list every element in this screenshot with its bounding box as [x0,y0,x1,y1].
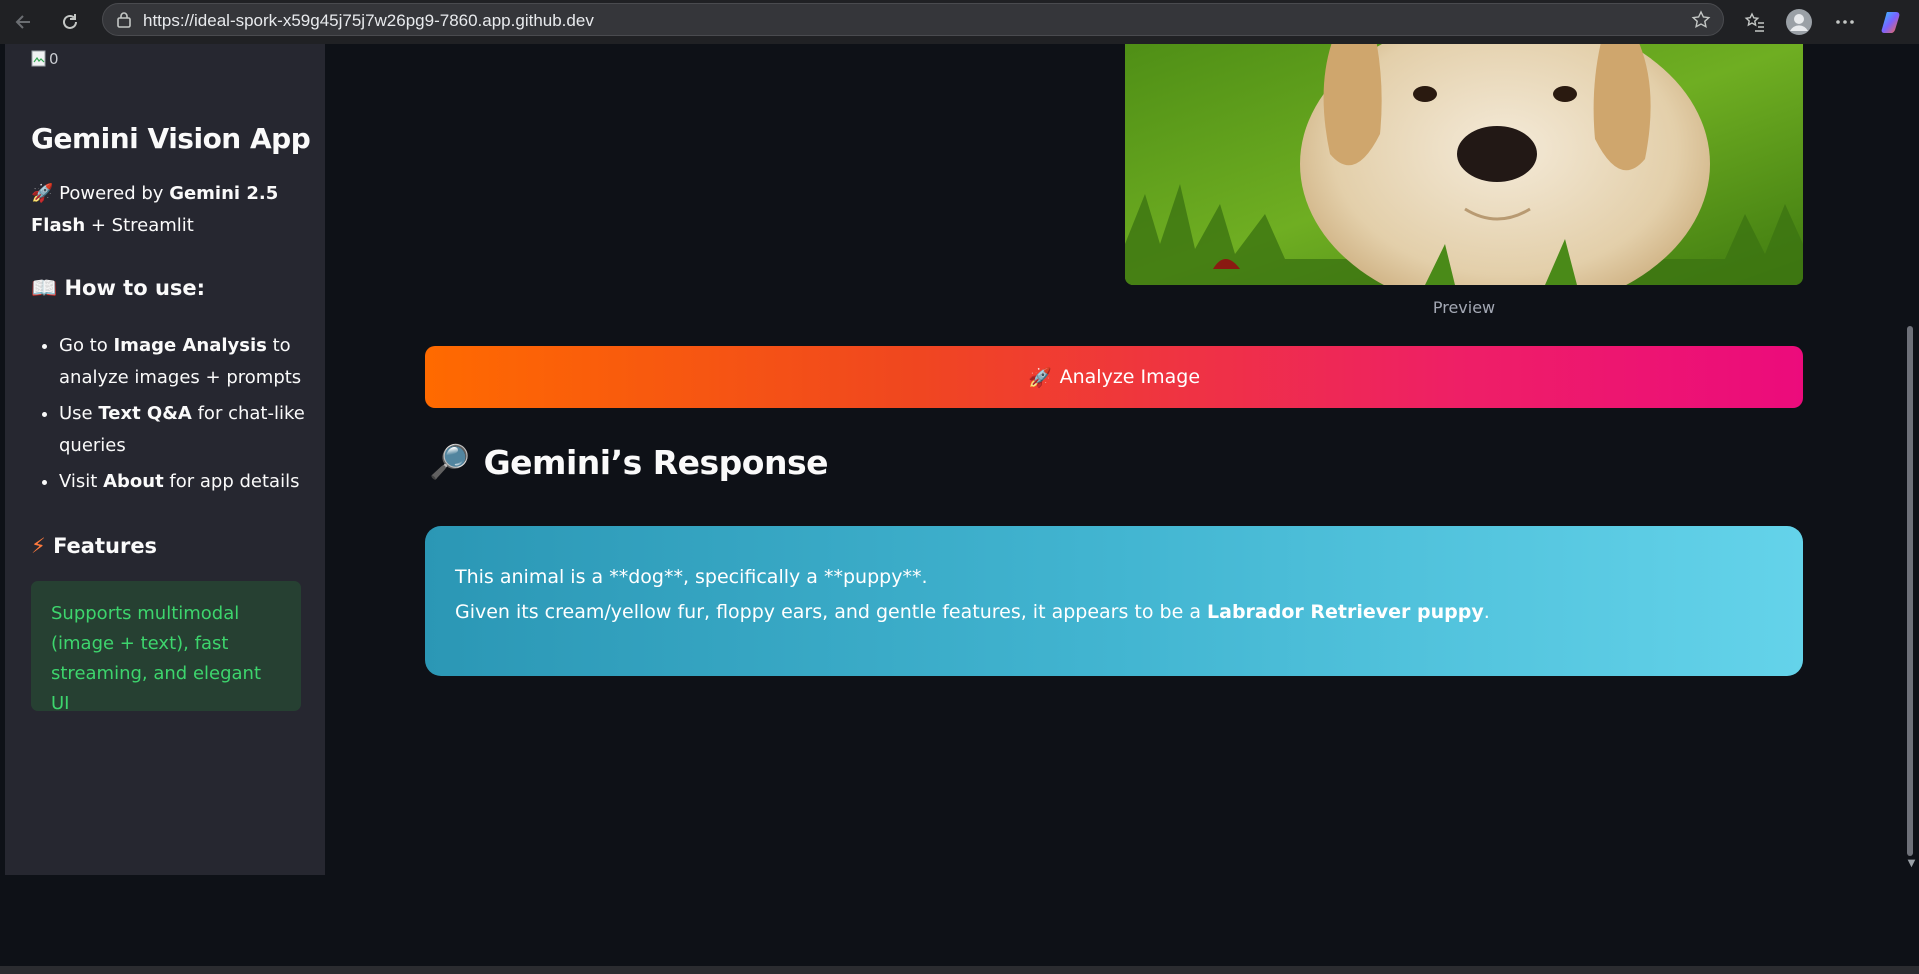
uploaded-image-preview [1125,44,1803,285]
broken-image-icon [31,50,46,67]
favorites-button[interactable] [1739,6,1771,38]
list-item: Go to Image Analysis to analyze images +… [59,330,325,394]
how-to-use-list: Go to Image Analysis to analyze images +… [31,330,325,502]
list-item: Use Text Q&A for chat-like queries [59,398,325,462]
sidebar: 0 Gemini Vision App 🚀 Powered by Gemini … [5,44,325,875]
more-dots-icon [1836,20,1854,24]
main-content: Preview 🚀 Analyze Image 🔎 Gemini’s Respo… [325,44,1919,974]
back-arrow-icon [15,15,30,29]
profile-button[interactable] [1783,6,1815,38]
logo-alt-text: 0 [49,50,59,68]
response-heading: 🔎 Gemini’s Response [429,442,828,482]
puppy-photo [1125,44,1803,285]
copilot-icon [1881,12,1900,33]
book-icon: 📖 [31,276,58,300]
profile-avatar-icon [1786,9,1812,35]
magnifier-icon: 🔎 [429,442,470,481]
address-bar[interactable]: https://ideal-spork-x59g45j75j7w26pg9-78… [102,3,1724,36]
site-info-icon[interactable] [115,11,133,33]
response-box: This animal is a **dog**, specifically a… [425,526,1803,676]
analyze-image-button[interactable]: 🚀 Analyze Image [425,346,1803,408]
scrollbar-thumb[interactable] [1907,326,1913,856]
response-line-1: This animal is a **dog**, specifically a… [455,566,928,588]
response-heading-text: Gemini’s Response [483,442,829,482]
reload-button[interactable] [54,6,86,38]
image-caption: Preview [1432,298,1496,317]
response-line-2: Given its cream/yellow fur, floppy ears,… [455,601,1490,623]
copilot-button[interactable] [1877,6,1909,38]
list-item: Visit About for app details [59,466,325,498]
browser-toolbar: https://ideal-spork-x59g45j75j7w26pg9-78… [0,0,1919,44]
back-button[interactable] [8,6,40,38]
settings-more-button[interactable] [1829,6,1861,38]
broken-logo-image: 0 [31,48,59,70]
reload-icon [63,14,77,29]
how-to-use-heading: 📖 How to use: [31,276,206,300]
features-heading: ⚡ Features [31,534,158,558]
favorite-star-icon[interactable] [1691,10,1711,34]
rocket-icon: 🚀 [1027,366,1052,389]
scroll-down-arrow-icon[interactable]: ▼ [1904,858,1919,870]
url-text[interactable]: https://ideal-spork-x59g45j75j7w26pg9-78… [143,11,594,31]
features-success-box: Supports multimodal (image + text), fast… [31,581,301,714]
favorites-list-icon [1744,12,1764,32]
app-title: Gemini Vision App [31,122,311,155]
powered-by-text: 🚀 Powered by Gemini 2.5 Flash + Streamli… [31,183,279,236]
analyze-button-label: Analyze Image [1059,366,1201,388]
window-bottom-edge [0,966,1919,974]
lightning-icon: ⚡ [31,534,46,558]
